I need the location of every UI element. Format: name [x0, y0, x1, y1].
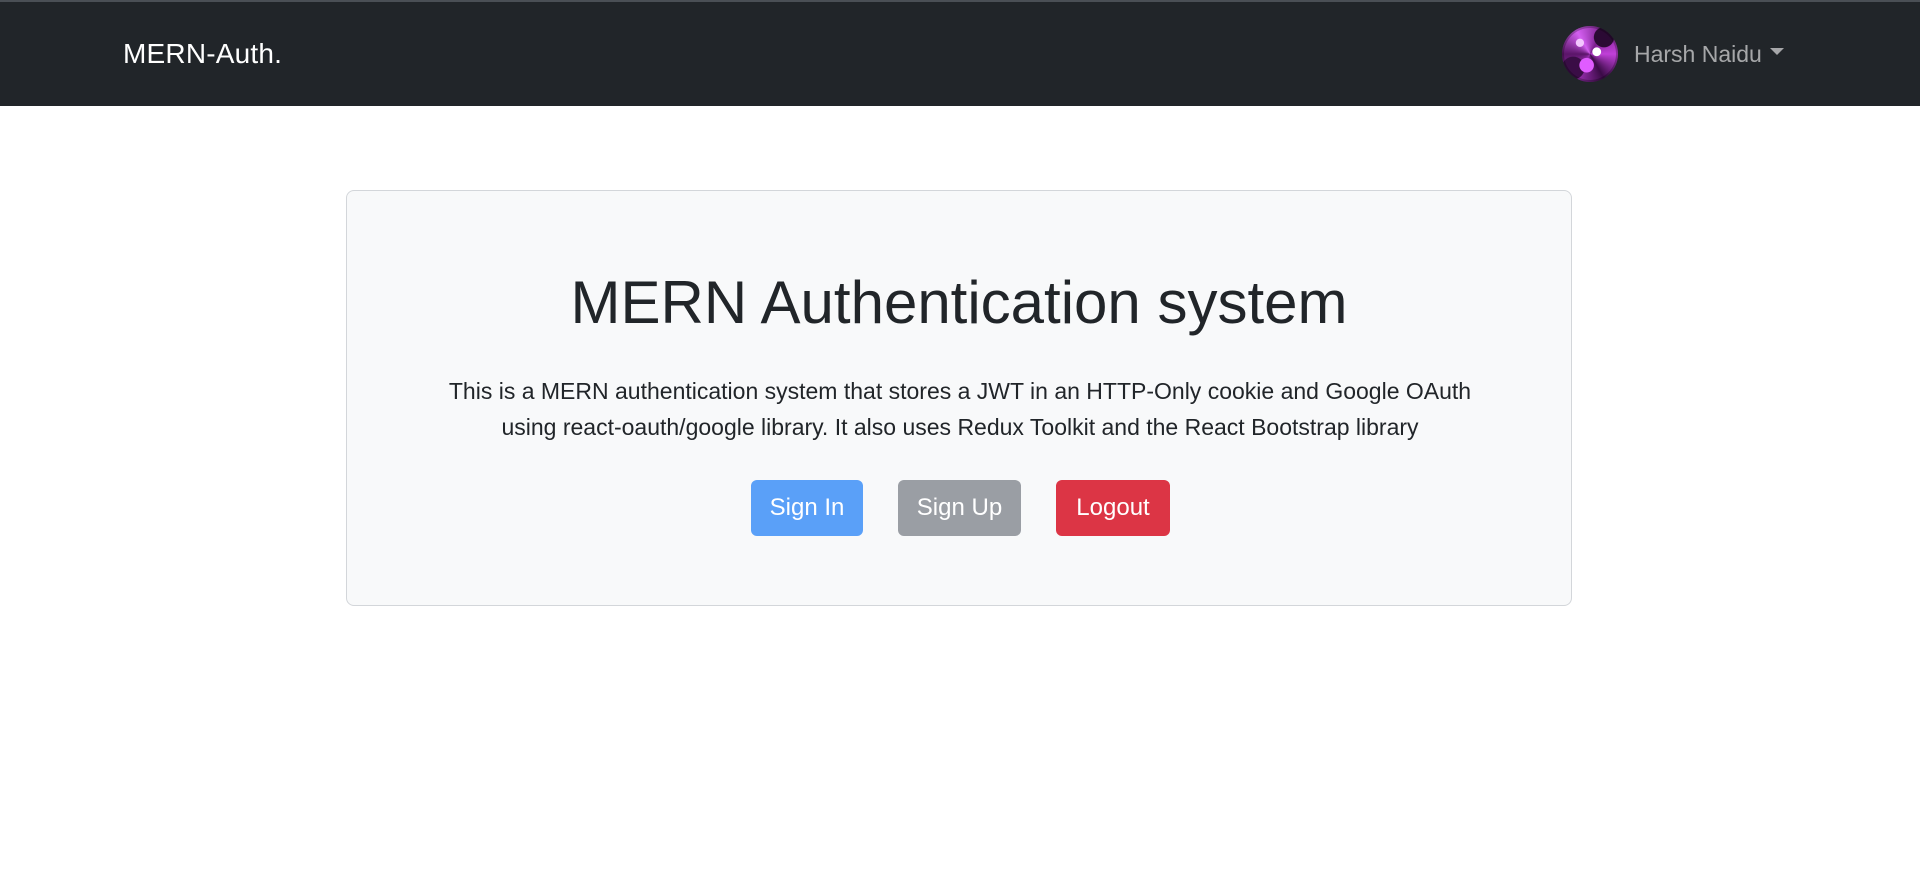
sign-up-button[interactable]: Sign Up — [898, 480, 1021, 536]
hero-card: MERN Authentication system This is a MER… — [346, 190, 1572, 606]
user-name: Harsh Naidu — [1634, 40, 1762, 67]
hero-description-line-2: using react-oauth/google library. It als… — [501, 414, 1419, 440]
hero-description: This is a MERN authentication system tha… — [427, 373, 1493, 445]
user-dropdown-toggle[interactable]: Harsh Naidu — [1562, 26, 1784, 82]
logout-button[interactable]: Logout — [1056, 480, 1170, 536]
hero-description-line-1: This is a MERN authentication system tha… — [448, 378, 1472, 404]
caret-down-icon — [1769, 47, 1784, 55]
avatar — [1562, 26, 1618, 82]
page-title: MERN Authentication system — [570, 269, 1348, 336]
top-navbar: MERN-Auth. Harsh Naidu — [0, 2, 1920, 106]
brand-link[interactable]: MERN-Auth. — [123, 38, 282, 70]
sign-in-button[interactable]: Sign In — [751, 480, 863, 536]
